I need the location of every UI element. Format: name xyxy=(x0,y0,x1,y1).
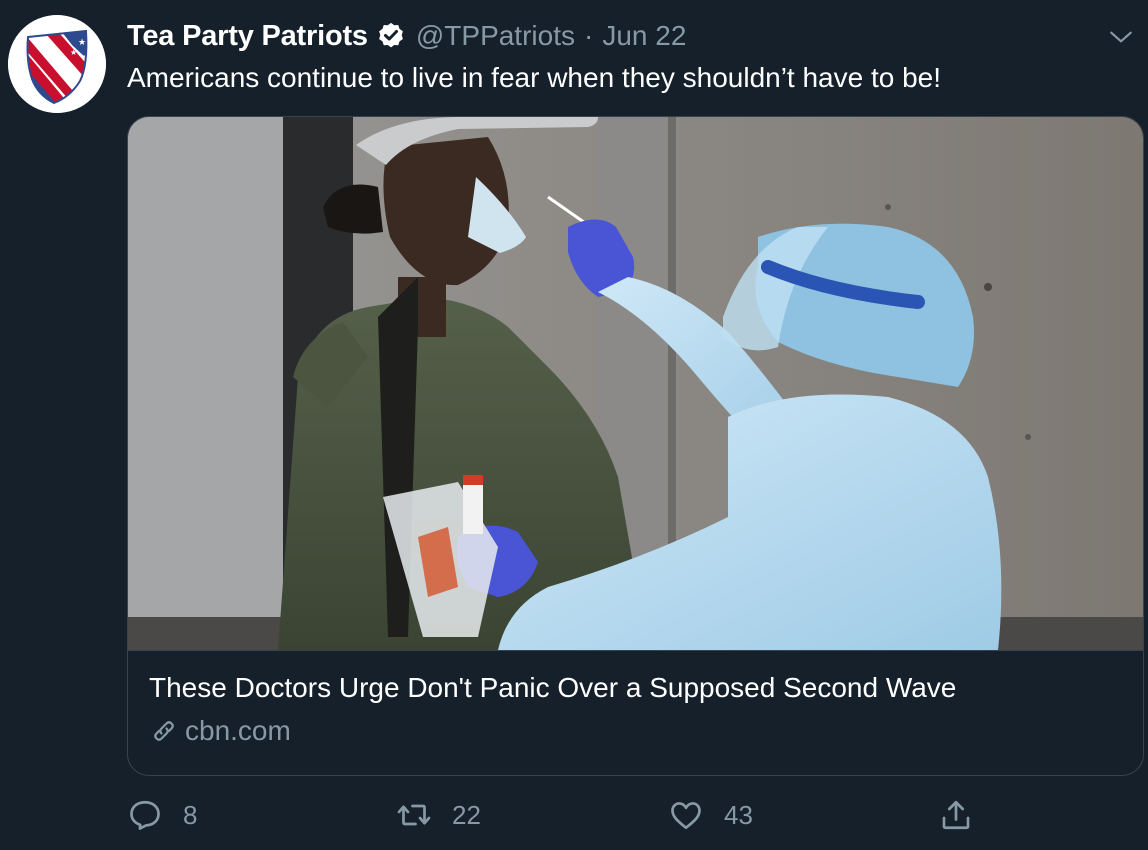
tweet-text: Americans continue to live in fear when … xyxy=(127,62,942,93)
link-card[interactable]: These Doctors Urge Don't Panic Over a Su… xyxy=(127,116,1144,776)
avatar[interactable]: ★ ★ ★ xyxy=(8,15,106,113)
card-domain[interactable]: cbn.com xyxy=(149,715,291,747)
tweet[interactable]: ★ ★ ★ Tea Party Patriots @TPPatriots · J… xyxy=(0,0,1148,850)
verified-badge-icon xyxy=(378,22,403,48)
author-handle[interactable]: @TPPatriots xyxy=(416,20,575,52)
tweet-date[interactable]: Jun 22 xyxy=(602,20,686,52)
like-count: 43 xyxy=(724,799,753,830)
shield-flag-logo-icon: ★ ★ ★ xyxy=(8,15,106,113)
news-photo-icon xyxy=(128,117,1143,650)
card-divider xyxy=(128,650,1143,651)
retweet-button[interactable]: 22 xyxy=(396,795,481,835)
author-name[interactable]: Tea Party Patriots xyxy=(127,20,368,53)
reply-button[interactable]: 8 xyxy=(127,795,197,835)
svg-text:★: ★ xyxy=(78,38,86,48)
separator-dot: · xyxy=(584,20,594,51)
retweet-icon xyxy=(397,804,431,826)
card-domain-text: cbn.com xyxy=(185,715,291,746)
card-title[interactable]: These Doctors Urge Don't Panic Over a Su… xyxy=(149,672,956,704)
link-icon xyxy=(154,721,174,741)
reply-icon xyxy=(130,800,160,830)
like-button[interactable]: 43 xyxy=(668,795,753,835)
card-image[interactable] xyxy=(128,117,1143,650)
retweet-count: 22 xyxy=(452,799,481,830)
tweet-header: Tea Party Patriots @TPPatriots · Jun 22 xyxy=(127,18,686,54)
tweet-actions: 8 22 43 xyxy=(0,795,1148,835)
share-icon xyxy=(942,800,970,830)
chevron-down-icon[interactable] xyxy=(1108,24,1134,50)
reply-count: 8 xyxy=(183,799,198,830)
svg-text:★: ★ xyxy=(70,48,77,57)
heart-icon xyxy=(671,802,701,830)
share-button[interactable] xyxy=(938,795,974,835)
